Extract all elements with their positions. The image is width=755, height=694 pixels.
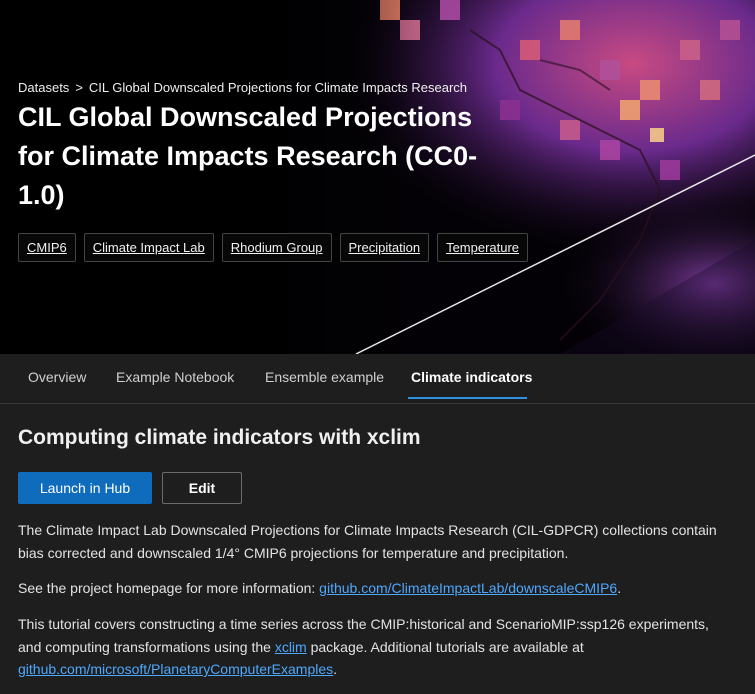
- tag-climate-impact-lab[interactable]: Climate Impact Lab: [83, 233, 214, 262]
- hero-banner: Datasets > CIL Global Downscaled Projectio…: [0, 0, 755, 354]
- tab-climate-indicators[interactable]: Climate indicators: [411, 354, 532, 400]
- tutorial-paragraph: This tutorial covers constructing a time…: [18, 613, 733, 681]
- intro-paragraph: The Climate Impact Lab Downscaled Projec…: [18, 522, 717, 561]
- examples-repo-link[interactable]: github.com/microsoft/PlanetaryComputerEx…: [18, 661, 333, 677]
- breadcrumb-current: CIL Global Downscaled Projections for Cl…: [88, 80, 468, 95]
- breadcrumb: Datasets > CIL Global Downscaled Projectio…: [18, 80, 467, 95]
- tab-example-notebook[interactable]: Example Notebook: [116, 354, 234, 400]
- section-heading: Computing climate indicators with xclim: [18, 426, 421, 449]
- tab-ensemble-example[interactable]: Ensemble example: [265, 354, 384, 400]
- tag-list: CMIP6 Climate Impact Lab Rhodium Group P…: [18, 233, 529, 262]
- tag-precipitation[interactable]: Precipitation: [339, 233, 430, 262]
- launch-in-hub-button[interactable]: Launch in Hub: [18, 472, 152, 504]
- xclim-link[interactable]: xclim: [275, 639, 307, 655]
- edit-button[interactable]: Edit: [162, 472, 242, 504]
- tutorial-suffix: .: [333, 661, 338, 677]
- homepage-paragraph: See the project homepage for more inform…: [18, 577, 733, 600]
- homepage-link[interactable]: github.com/ClimateImpactLab/downscaleCMI…: [319, 580, 617, 596]
- tag-cmip6[interactable]: CMIP6: [18, 233, 76, 262]
- tab-overview[interactable]: Overview: [28, 354, 86, 400]
- tag-rhodium-group[interactable]: Rhodium Group: [221, 233, 332, 262]
- homepage-suffix: .: [617, 580, 622, 596]
- active-tab-indicator: [408, 397, 527, 399]
- tag-temperature[interactable]: Temperature: [437, 233, 529, 262]
- homepage-text: See the project homepage for more inform…: [18, 580, 320, 596]
- breadcrumb-datasets-link[interactable]: Datasets: [18, 80, 69, 95]
- tab-bar: Overview Example Notebook Ensemble examp…: [0, 354, 755, 404]
- tutorial-text-2: package. Additional tutorials are availa…: [306, 638, 584, 655]
- page-title: CIL Global Downscaled Projections for Cl…: [18, 102, 478, 210]
- breadcrumb-separator: >: [75, 80, 83, 95]
